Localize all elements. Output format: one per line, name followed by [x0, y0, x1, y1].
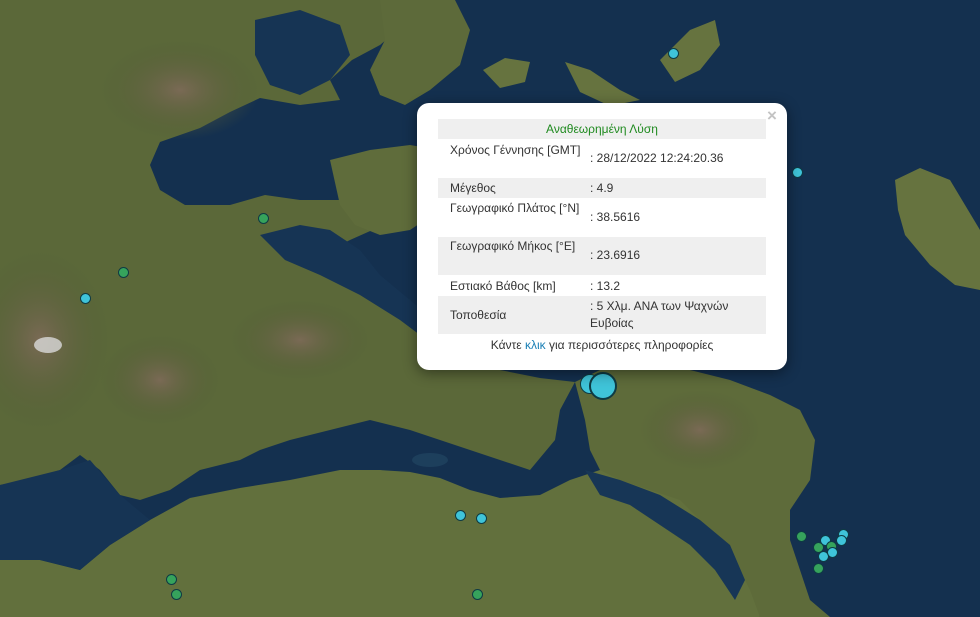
popup-title: Αναθεωρημένη Λύση: [438, 119, 766, 139]
info-label: Εστιακό Βάθος [km]: [450, 279, 556, 293]
earthquake-marker[interactable]: [813, 563, 824, 574]
info-label: Γεωγραφικό Πλάτος [°N]: [450, 201, 580, 215]
earthquake-marker[interactable]: [472, 589, 483, 600]
footer-text-before: Κάντε: [490, 338, 525, 352]
info-value: : 5 Χλμ. ΑΝΑ των Ψαχνών Ευβοίας: [590, 299, 729, 330]
info-label: Μέγεθος: [450, 181, 496, 195]
info-row-longitude: Γεωγραφικό Μήκος [°E] : 23.6916: [438, 237, 766, 275]
more-info-link[interactable]: κλικ: [525, 338, 546, 352]
earthquake-marker[interactable]: [476, 513, 487, 524]
earthquake-marker[interactable]: [668, 48, 679, 59]
lake: [412, 453, 448, 467]
earthquake-marker[interactable]: [827, 547, 838, 558]
earthquake-marker[interactable]: [792, 167, 803, 178]
info-label: Τοποθεσία: [450, 308, 507, 322]
mountain-area: [100, 335, 220, 425]
popup-footer: Κάντε κλικ για περισσότερες πληροφορίες: [438, 337, 766, 353]
earthquake-marker[interactable]: [118, 267, 129, 278]
mountain-area: [100, 40, 260, 140]
info-value: : 28/12/2022 12:24:20.36: [590, 151, 724, 165]
earthquake-marker[interactable]: [166, 574, 177, 585]
earthquake-marker[interactable]: [171, 589, 182, 600]
earthquake-marker[interactable]: [836, 535, 847, 546]
info-label: Χρόνος Γέννησης [GMT]: [450, 143, 581, 157]
earthquake-marker[interactable]: [796, 531, 807, 542]
earthquake-info-popup: × Αναθεωρημένη Λύση Χρόνος Γέννησης [GMT…: [417, 103, 787, 370]
info-row-magnitude: Μέγεθος : 4.9: [438, 178, 766, 198]
info-label: Γεωγραφικό Μήκος [°E]: [450, 239, 576, 253]
info-row-latitude: Γεωγραφικό Πλάτος [°N] : 38.5616: [438, 199, 766, 237]
info-value: : 4.9: [590, 181, 614, 195]
info-row-location: Τοποθεσία : 5 Χλμ. ΑΝΑ των Ψαχνών Ευβοία…: [438, 296, 766, 334]
info-value: : 38.5616: [590, 210, 641, 224]
snow-peak: [34, 337, 62, 353]
info-value: : 23.6916: [590, 248, 641, 262]
info-value: : 13.2: [590, 279, 621, 293]
earthquake-marker[interactable]: [455, 510, 466, 521]
info-row-depth: Εστιακό Βάθος [km] : 13.2: [438, 276, 766, 296]
mountain-area: [230, 300, 370, 380]
info-row-origin-time: Χρόνος Γέννησης [GMT] : 28/12/2022 12:24…: [438, 141, 766, 179]
earthquake-marker[interactable]: [258, 213, 269, 224]
footer-text-after: για περισσότερες πληροφορίες: [545, 338, 714, 352]
earthquake-marker-selected[interactable]: [589, 372, 617, 400]
earthquake-marker[interactable]: [80, 293, 91, 304]
mountain-area: [640, 390, 760, 470]
